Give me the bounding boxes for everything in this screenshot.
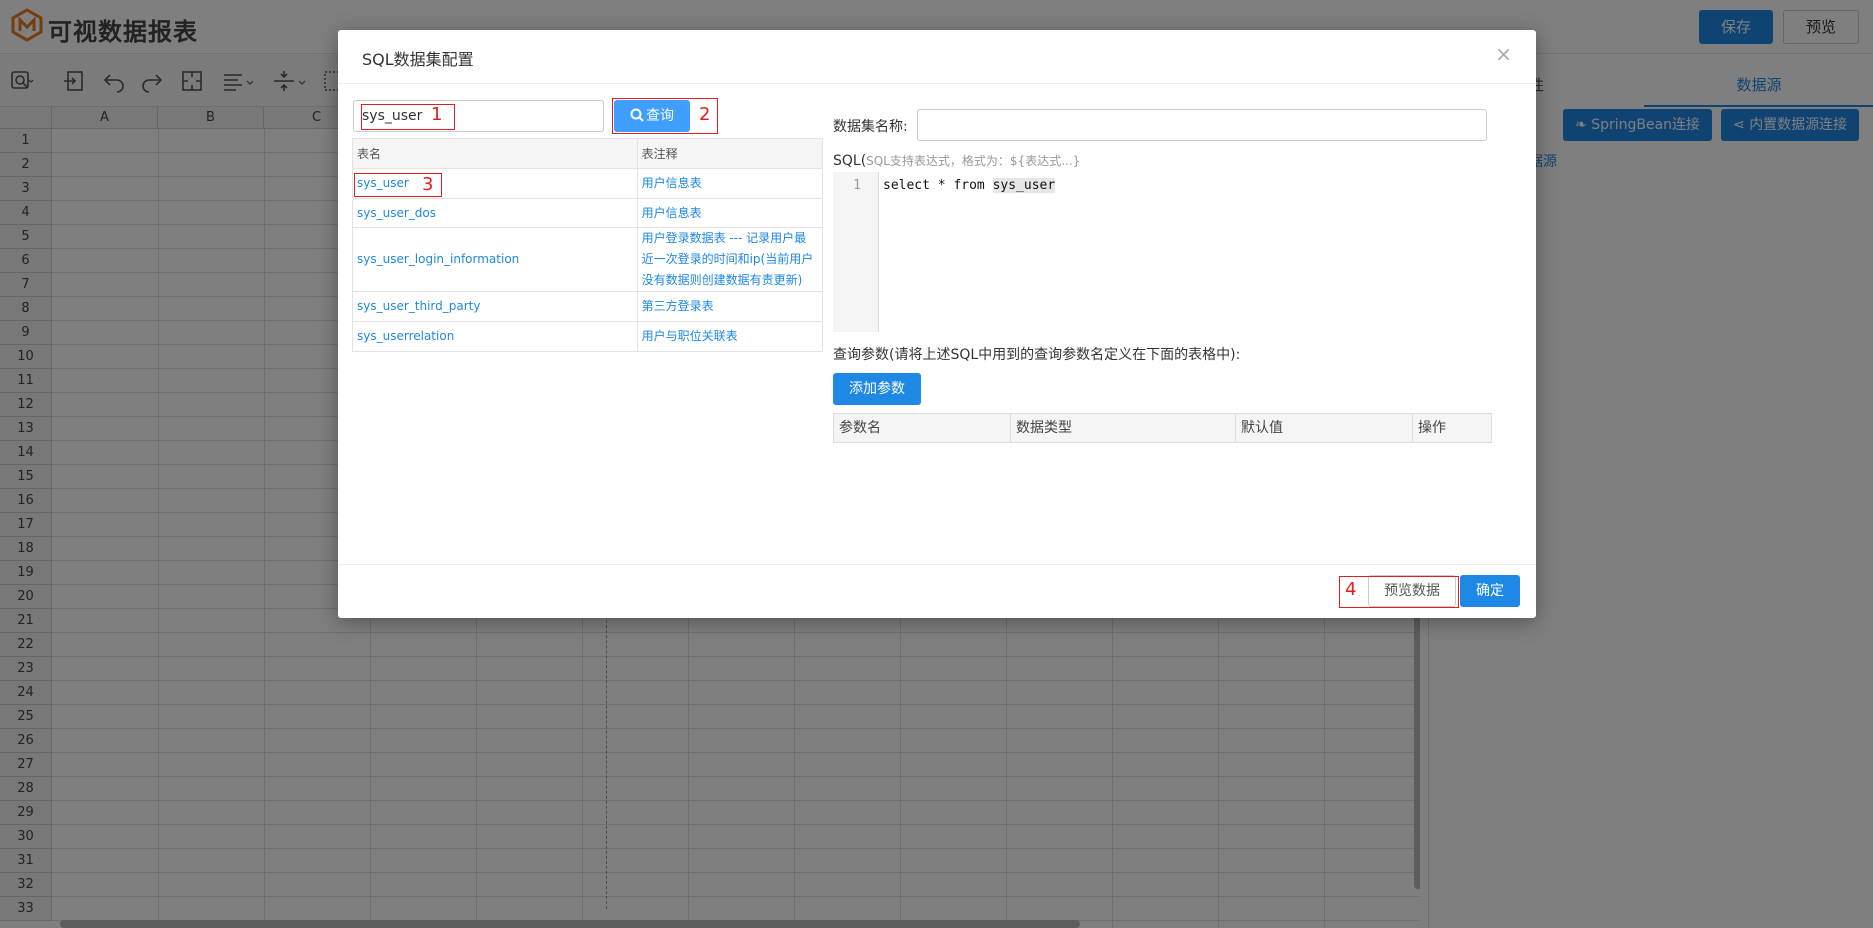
table-comment-cell[interactable]: 用户登录数据表 --- 记录用户最近一次登录的时间和ip(当前用户没有数据则创建… bbox=[636, 227, 824, 292]
table-row[interactable]: sys_user_third_party 第三方登录表 bbox=[352, 291, 824, 322]
sql-label: SQL(SQL支持表达式，格式为：${表达式...} bbox=[833, 152, 1080, 169]
annotation-box-4 bbox=[1339, 576, 1459, 608]
close-icon[interactable]: × bbox=[1495, 42, 1512, 66]
param-header-action: 操作 bbox=[1418, 420, 1446, 436]
dataset-name-input[interactable] bbox=[917, 109, 1487, 141]
sql-code[interactable]: select * from sys_user bbox=[883, 178, 1056, 193]
sql-code-prefix: select * from bbox=[883, 178, 993, 193]
table-header-comment: 表注释 bbox=[636, 138, 824, 169]
table-row[interactable]: sys_user_dos 用户信息表 bbox=[352, 198, 824, 228]
table-list: 表名 表注释 sys_user 用户信息表 sys_user_dos 用户信息表… bbox=[352, 138, 824, 352]
sql-label-prefix: SQL( bbox=[833, 153, 867, 169]
dataset-name-label: 数据集名称: bbox=[833, 119, 908, 135]
table-row[interactable]: sys_userrelation 用户与职位关联表 bbox=[352, 321, 824, 352]
dialog-header: SQL数据集配置 × bbox=[338, 30, 1536, 84]
sql-dataset-dialog: SQL数据集配置 × sys_user 1 查询 2 表名 表注释 sys_us… bbox=[338, 30, 1536, 618]
table-comment-cell[interactable]: 用户与职位关联表 bbox=[636, 321, 824, 352]
table-row[interactable]: sys_user_login_information 用户登录数据表 --- 记… bbox=[352, 227, 824, 292]
table-name-cell[interactable]: sys_userrelation bbox=[352, 321, 638, 352]
line-number: 1 bbox=[853, 178, 861, 193]
annotation-number-2: 2 bbox=[699, 104, 711, 125]
table-comment-cell[interactable]: 用户信息表 bbox=[636, 198, 824, 228]
table-name-cell[interactable]: sys_user_dos bbox=[352, 198, 638, 228]
dialog-title: SQL数据集配置 bbox=[362, 50, 474, 69]
ok-button[interactable]: 确定 bbox=[1460, 575, 1520, 607]
param-header-default: 默认值 bbox=[1236, 414, 1413, 442]
table-comment-cell[interactable]: 第三方登录表 bbox=[636, 291, 824, 322]
editor-gutter: 1 bbox=[833, 172, 879, 332]
sql-editor[interactable]: 1 select * from sys_user bbox=[833, 172, 1487, 332]
params-label: 查询参数(请将上述SQL中用到的查询参数名定义在下面的表格中): bbox=[833, 347, 1241, 363]
table-header-name: 表名 bbox=[352, 138, 638, 169]
sql-hint: SQL支持表达式，格式为：${表达式...} bbox=[866, 154, 1081, 168]
sql-code-table: sys_user bbox=[992, 178, 1056, 193]
annotation-number-1: 1 bbox=[431, 104, 443, 125]
param-header-name: 参数名 bbox=[834, 414, 1011, 442]
annotation-number-3: 3 bbox=[422, 174, 434, 195]
table-comment-cell[interactable]: 用户信息表 bbox=[636, 168, 824, 199]
add-param-button[interactable]: 添加参数 bbox=[833, 373, 921, 405]
table-name-cell[interactable]: sys_user_login_information bbox=[352, 227, 638, 292]
annotation-number-4: 4 bbox=[1345, 579, 1357, 600]
table-name-cell[interactable]: sys_user_third_party bbox=[352, 291, 638, 322]
params-table: 参数名 数据类型 默认值 操作 bbox=[833, 413, 1492, 443]
param-header-type: 数据类型 bbox=[1011, 414, 1236, 442]
